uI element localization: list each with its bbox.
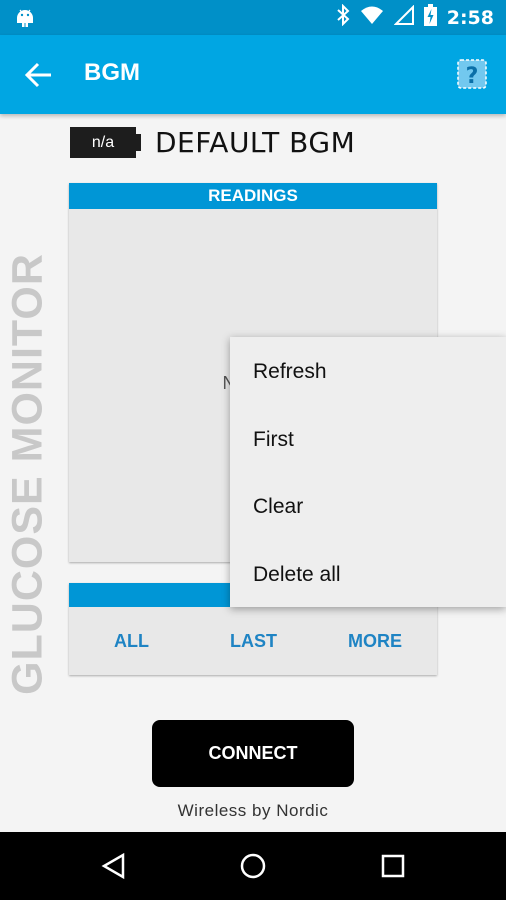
- side-label: GLUCOSE MONITOR: [3, 253, 52, 695]
- more-button[interactable]: MORE: [348, 631, 402, 652]
- wifi-icon: [360, 5, 384, 30]
- back-icon[interactable]: [100, 852, 126, 885]
- recents-icon[interactable]: [380, 852, 406, 885]
- help-icon[interactable]: ?: [455, 57, 489, 91]
- battery-indicator: n/a: [70, 127, 136, 158]
- footer-text: Wireless by Nordic: [177, 801, 329, 820]
- home-icon[interactable]: [239, 852, 267, 885]
- status-bar: 2:58: [0, 0, 506, 35]
- menu-item-clear[interactable]: Clear: [253, 495, 303, 519]
- overflow-menu: Refresh First Clear Delete all: [230, 337, 506, 607]
- readings-header: READINGS: [69, 183, 437, 209]
- menu-item-delete-all[interactable]: Delete all: [253, 563, 341, 587]
- svg-text:?: ?: [466, 64, 479, 89]
- menu-item-refresh[interactable]: Refresh: [253, 360, 327, 384]
- page-title: BGM: [84, 59, 140, 86]
- menu-item-first[interactable]: First: [253, 428, 294, 452]
- signal-icon: [393, 4, 414, 30]
- last-button[interactable]: LAST: [230, 631, 277, 652]
- android-icon: [14, 7, 36, 34]
- all-button[interactable]: ALL: [114, 631, 149, 652]
- connect-button[interactable]: CONNECT: [152, 720, 354, 787]
- status-time: 2:58: [446, 6, 494, 29]
- bluetooth-icon: [336, 3, 350, 31]
- toolbar: BGM ?: [0, 35, 506, 114]
- battery-icon: [423, 4, 437, 31]
- battery-tip: [136, 134, 141, 151]
- nav-bar: [0, 832, 506, 900]
- arrow-back-icon[interactable]: [24, 61, 54, 89]
- device-name: DEFAULT BGM: [155, 126, 356, 159]
